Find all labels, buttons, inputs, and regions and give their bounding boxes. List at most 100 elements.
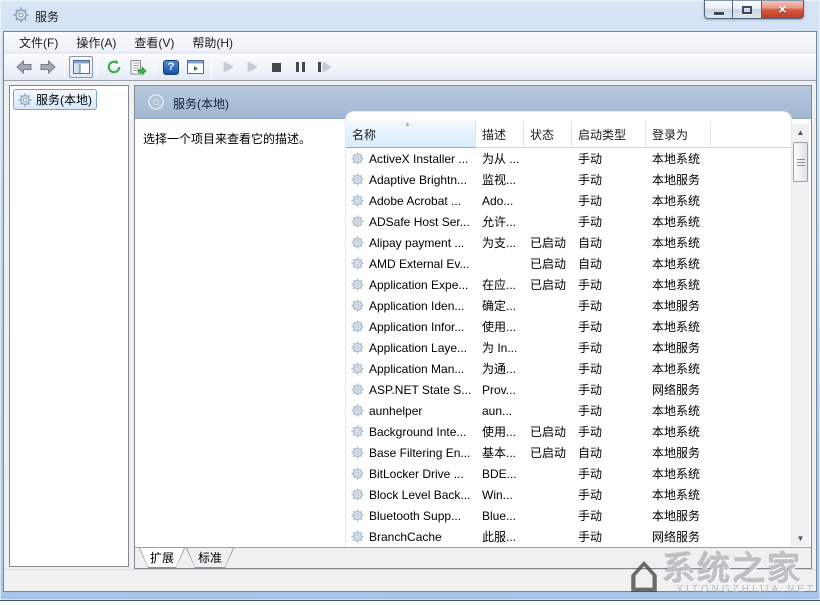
service-description: 为支...: [476, 234, 524, 251]
scroll-down-button[interactable]: ▼: [792, 530, 809, 546]
tab-standard[interactable]: 标准: [186, 548, 234, 568]
table-row[interactable]: Application Laye... 为 In... 手动 本地服务: [346, 337, 791, 358]
service-gear-icon: [351, 362, 364, 375]
service-gear-icon: [351, 509, 364, 522]
service-startup-type: 手动: [572, 192, 646, 209]
service-name: AMD External Ev...: [369, 257, 469, 271]
service-gear-icon: [351, 173, 364, 186]
refresh-icon: [106, 59, 122, 75]
minimize-button[interactable]: [704, 0, 733, 19]
description-hint: 选择一个项目来查看它的描述。: [143, 130, 311, 147]
service-logon-as: 本地系统: [646, 213, 711, 230]
table-row[interactable]: ASP.NET State S... Prov... 手动 网络服务: [346, 379, 791, 400]
start-service-button[interactable]: [216, 56, 240, 78]
export-list-button[interactable]: [126, 56, 150, 78]
table-row[interactable]: BitLocker Drive ... BDE... 手动 本地系统: [346, 463, 791, 484]
refresh-button[interactable]: [102, 56, 126, 78]
show-action-pane-button[interactable]: [183, 56, 207, 78]
table-row[interactable]: Adaptive Brightn... 监视... 手动 本地服务: [346, 169, 791, 190]
service-startup-type: 手动: [572, 171, 646, 188]
column-header-status[interactable]: 状态: [524, 121, 572, 147]
restart-service-button[interactable]: [312, 56, 336, 78]
show-console-tree-button[interactable]: [69, 56, 93, 78]
service-gear-icon: [351, 488, 364, 501]
toolbar-separator: [211, 58, 212, 77]
table-row[interactable]: Bluetooth Supp... Blue... 手动 本地服务: [346, 505, 791, 526]
column-header-description[interactable]: 描述: [476, 121, 524, 147]
view-tabs: 扩展 标准: [135, 547, 811, 568]
stop-service-icon: [272, 63, 281, 72]
resume-service-icon: [248, 62, 257, 72]
table-row[interactable]: Background Inte... 使用... 已启动 手动 本地系统: [346, 421, 791, 442]
service-name: ActiveX Installer ...: [369, 152, 468, 166]
tab-extended[interactable]: 扩展: [139, 548, 185, 568]
menu-action[interactable]: 操作(A): [67, 32, 125, 53]
show-action-pane-icon: [187, 60, 204, 74]
service-logon-as: 本地服务: [646, 507, 711, 524]
service-logon-as: 本地系统: [646, 192, 711, 209]
close-button[interactable]: ×: [761, 0, 804, 19]
table-row[interactable]: AMD External Ev... 已启动 自动 本地系统: [346, 253, 791, 274]
table-row[interactable]: ADSafe Host Ser... 允许... 手动 本地系统: [346, 211, 791, 232]
list-header-row: 名称 ▲ 描述 状态 启动类型 登录为: [346, 112, 791, 148]
toolbar-separator: [154, 58, 155, 77]
table-row[interactable]: Adobe Acrobat ... Ado... 手动 本地系统: [346, 190, 791, 211]
service-startup-type: 自动: [572, 234, 646, 251]
column-header-filler: [711, 121, 791, 147]
service-logon-as: 本地系统: [646, 234, 711, 251]
menu-view[interactable]: 查看(V): [125, 32, 183, 53]
service-startup-type: 手动: [572, 486, 646, 503]
table-row[interactable]: ActiveX Installer ... 为从 ... 手动 本地系统: [346, 148, 791, 169]
pause-service-button[interactable]: [288, 56, 312, 78]
service-logon-as: 本地系统: [646, 150, 711, 167]
service-logon-as: 网络服务: [646, 528, 711, 545]
table-row[interactable]: Application Man... 为通... 手动 本地系统: [346, 358, 791, 379]
stop-service-button[interactable]: [264, 56, 288, 78]
service-name: Block Level Back...: [369, 488, 470, 502]
column-header-logon-as[interactable]: 登录为: [646, 121, 711, 147]
service-description: 基本...: [476, 444, 524, 461]
service-gear-icon: [351, 236, 364, 249]
service-startup-type: 手动: [572, 318, 646, 335]
services-gear-icon: [18, 93, 32, 107]
service-name: Application Laye...: [369, 341, 467, 355]
service-name: Background Inte...: [369, 425, 466, 439]
service-logon-as: 本地系统: [646, 255, 711, 272]
help-button[interactable]: ?: [159, 56, 183, 78]
tree-item-services-local[interactable]: 服务(本地): [13, 89, 97, 110]
service-logon-as: 本地系统: [646, 276, 711, 293]
service-logon-as: 本地系统: [646, 318, 711, 335]
menu-help[interactable]: 帮助(H): [183, 32, 242, 53]
table-row[interactable]: Base Filtering En... 基本... 已启动 自动 本地服务: [346, 442, 791, 463]
scrollbar-thumb[interactable]: [793, 142, 808, 182]
table-row[interactable]: Alipay payment ... 为支... 已启动 自动 本地系统: [346, 232, 791, 253]
service-description: BDE...: [476, 467, 524, 481]
scroll-up-button[interactable]: ▲: [792, 124, 809, 140]
status-strip: [4, 569, 816, 591]
service-name: Adobe Acrobat ...: [369, 194, 461, 208]
maximize-button[interactable]: [733, 0, 761, 19]
service-name: Bluetooth Supp...: [369, 509, 461, 523]
service-status: 已启动: [524, 234, 572, 251]
table-row[interactable]: Block Level Back... Win... 手动 本地系统: [346, 484, 791, 505]
table-row[interactable]: aunhelper aun... 手动 本地系统: [346, 400, 791, 421]
resume-service-button[interactable]: [240, 56, 264, 78]
pane-title: 服务(本地): [173, 95, 229, 112]
column-header-name[interactable]: 名称 ▲: [346, 121, 476, 148]
vertical-scrollbar[interactable]: ▲ ▼: [792, 124, 809, 546]
title-bar[interactable]: 服务 ×: [0, 0, 820, 31]
service-name: BitLocker Drive ...: [369, 467, 464, 481]
service-name: Application Man...: [369, 362, 464, 376]
table-row[interactable]: Application Infor... 使用... 手动 本地系统: [346, 316, 791, 337]
column-header-startup-type[interactable]: 启动类型: [572, 121, 646, 147]
table-row[interactable]: Application Iden... 确定... 手动 本地服务: [346, 295, 791, 316]
close-icon: ×: [778, 1, 786, 18]
table-row[interactable]: BranchCache 此服... 手动 网络服务: [346, 526, 791, 547]
service-gear-icon: [351, 530, 364, 543]
back-button[interactable]: [12, 56, 36, 78]
window-title: 服务: [35, 8, 59, 25]
forward-button[interactable]: [36, 56, 60, 78]
service-description: Ado...: [476, 194, 524, 208]
table-row[interactable]: Application Expe... 在应... 已启动 手动 本地系统: [346, 274, 791, 295]
menu-file[interactable]: 文件(F): [10, 32, 67, 53]
